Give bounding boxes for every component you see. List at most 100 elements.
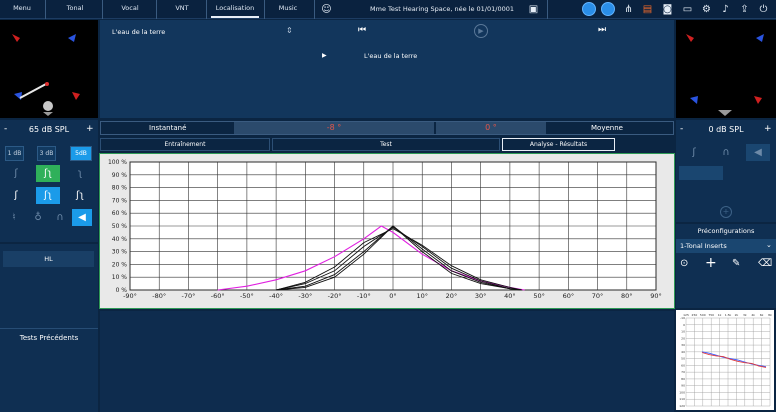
step-3db-button[interactable]: 3 dB bbox=[37, 146, 56, 161]
left-ear-toggle[interactable] bbox=[582, 2, 596, 16]
ear-right-2-icon[interactable]: ʃʅ bbox=[70, 187, 90, 204]
previous-track-icon[interactable]: ⏮ bbox=[358, 25, 366, 35]
center-bottom-panel bbox=[100, 311, 674, 412]
y-tick-label: 70 % bbox=[112, 197, 128, 204]
tab-menu[interactable]: Menu bbox=[4, 0, 40, 18]
right-ear-toggle[interactable] bbox=[601, 2, 615, 16]
patient-face-icon[interactable]: ☺ bbox=[320, 3, 333, 16]
step-1db-button[interactable]: 1 dB bbox=[5, 146, 24, 161]
track-select-chevron-icon[interactable]: ⇕ bbox=[286, 26, 293, 35]
localisation-chart: -90° -80° -70° -60° -50° -40° -30° -20° -10° 0° 10… bbox=[99, 153, 675, 309]
x-tick-label: 70° bbox=[592, 292, 604, 300]
validate-icon[interactable]: ⊙ bbox=[680, 258, 688, 269]
right-ear-icon[interactable]: ʃ bbox=[684, 144, 704, 161]
speaker-icon[interactable]: ◀ bbox=[72, 209, 92, 226]
mini-db-label: 30 bbox=[681, 343, 685, 347]
presets-title: Préconfigurations bbox=[697, 227, 755, 235]
mini-db-label: 100 bbox=[679, 390, 685, 394]
left-ear-masking-icon[interactable]: ʃ bbox=[6, 187, 26, 204]
comment-icon[interactable]: ▭ bbox=[681, 3, 694, 16]
tab-training[interactable]: Entraînement bbox=[100, 138, 270, 151]
previous-tests-panel: Tests Précédents bbox=[0, 328, 98, 412]
y-tick-label: 80 % bbox=[112, 185, 128, 192]
save-icon[interactable]: ▣ bbox=[527, 3, 540, 16]
preset-chevron-icon: ⌄ bbox=[766, 241, 772, 249]
preset-select[interactable]: 1-Tonal Inserts ⌄ bbox=[676, 239, 776, 253]
mini-audiogram-panel: 125 250 500 750 1k 1.5k 2k 3k 4k 6k 8k -10 0 10 20 30 40… bbox=[676, 310, 776, 412]
add-icon[interactable]: + bbox=[705, 255, 717, 271]
binaural-icon[interactable]: ʃʅ bbox=[36, 187, 60, 204]
y-tick-label: 60 % bbox=[112, 210, 128, 217]
x-tick-label: 20° bbox=[446, 292, 458, 300]
patient-label: Mme Test Hearing Space, née le 01/01/000… bbox=[370, 5, 514, 13]
tab-test[interactable]: Test bbox=[272, 138, 500, 151]
tab-vocal[interactable]: Vocal bbox=[108, 0, 152, 18]
mini-freq-label: 1k bbox=[718, 313, 722, 317]
x-tick-label: 50° bbox=[533, 292, 545, 300]
y-tick-label: 30 % bbox=[112, 249, 128, 256]
hearing-aid-icon[interactable]: ♁ bbox=[28, 209, 48, 226]
edit-icon[interactable]: ✎ bbox=[732, 258, 740, 269]
right-level-plus[interactable]: + bbox=[764, 124, 772, 134]
x-tick-label: 90° bbox=[650, 292, 662, 300]
share-icon[interactable]: ⋔ bbox=[622, 3, 635, 16]
x-tick-label: -70° bbox=[182, 292, 196, 300]
tab-analysis-results[interactable]: Analyse - Résultats bbox=[502, 138, 615, 151]
x-tick-label: 40° bbox=[504, 292, 516, 300]
mini-freq-label: 8k bbox=[768, 313, 772, 317]
y-tick-label: 40 % bbox=[112, 236, 128, 243]
mini-freq-label: 2k bbox=[735, 313, 739, 317]
step-5db-button[interactable]: 5dB bbox=[70, 146, 92, 161]
tab-tonal[interactable]: Tonal bbox=[52, 0, 98, 18]
mini-audiogram[interactable]: 125 250 500 750 1k 1.5k 2k 3k 4k 6k 8k-10010203040… bbox=[676, 310, 774, 410]
tab-vnt[interactable]: VNT bbox=[162, 0, 202, 18]
right-headphones-icon[interactable]: ∩ bbox=[716, 144, 736, 161]
both-ears-icon[interactable]: ʃʅ bbox=[36, 165, 60, 182]
instant-value: -8 ° bbox=[234, 122, 434, 134]
loudspeaker-icon[interactable]: ♮ bbox=[4, 209, 24, 226]
left-level-minus[interactable]: - bbox=[4, 124, 7, 134]
y-tick-label: 100 % bbox=[108, 159, 127, 166]
mini-db-label: 50 bbox=[681, 357, 685, 361]
average-label: Moyenne bbox=[591, 124, 623, 132]
right-speaker-icon[interactable]: ◀ bbox=[746, 144, 770, 161]
left-level-label: 65 dB SPL bbox=[28, 125, 70, 134]
right-level-minus[interactable]: - bbox=[680, 124, 683, 134]
right-level-control: - 0 dB SPL + bbox=[676, 120, 776, 142]
presets-panel: Préconfigurations 1-Tonal Inserts ⌄ ⊙ + … bbox=[676, 224, 776, 308]
small-play-icon[interactable]: ▶ bbox=[322, 52, 327, 59]
camera-icon[interactable]: ◙ bbox=[661, 3, 674, 16]
y-tick-label: 50 % bbox=[112, 223, 128, 230]
add-circle-icon[interactable]: + bbox=[720, 206, 732, 218]
tab-music[interactable]: Music bbox=[270, 0, 306, 18]
right-option-button-1[interactable] bbox=[679, 166, 723, 180]
headphones-icon[interactable]: ∩ bbox=[50, 209, 70, 226]
trash-icon[interactable]: ⌫ bbox=[758, 258, 772, 269]
mini-audiogram-bg bbox=[676, 310, 774, 410]
average-value: 0 ° bbox=[436, 122, 546, 134]
track-select[interactable]: L'eau de la terre bbox=[112, 28, 292, 36]
hl-button[interactable]: HL bbox=[3, 251, 94, 267]
localisation-chart-svg: -90° -80° -70° -60° -50° -40° -30° -20° -10° 0° 10… bbox=[108, 159, 662, 300]
export-icon[interactable]: ⇪ bbox=[738, 3, 751, 16]
top-bar: Menu Tonal Vocal VNT Localisation Music … bbox=[0, 0, 776, 19]
gear-icon[interactable]: ⚙ bbox=[700, 3, 713, 16]
ear-right-icon[interactable]: ʅ bbox=[70, 165, 90, 182]
right-speaker-map bbox=[676, 20, 776, 118]
next-track-icon[interactable]: ⏭ bbox=[598, 25, 606, 35]
left-hl-panel: HL bbox=[0, 244, 98, 328]
mini-db-label: 10 bbox=[681, 330, 685, 334]
ear-left-icon[interactable]: ʃ bbox=[6, 165, 26, 182]
mini-db-label: 90 bbox=[681, 384, 685, 388]
mini-db-label: 20 bbox=[681, 336, 685, 340]
left-level-plus[interactable]: + bbox=[86, 124, 94, 134]
right-option-button-2[interactable] bbox=[727, 166, 771, 180]
microphone-icon[interactable]: ♪ bbox=[719, 3, 732, 16]
previous-tests-label[interactable]: Tests Précédents bbox=[0, 334, 98, 342]
y-tick-label: 90 % bbox=[112, 172, 128, 179]
mini-db-label: 80 bbox=[681, 377, 685, 381]
pdf-icon[interactable]: ▤ bbox=[641, 3, 654, 16]
play-icon[interactable]: ▶ bbox=[474, 24, 488, 38]
power-icon[interactable]: ⏻ bbox=[757, 3, 770, 16]
tab-localisation[interactable]: Localisation bbox=[211, 0, 259, 18]
